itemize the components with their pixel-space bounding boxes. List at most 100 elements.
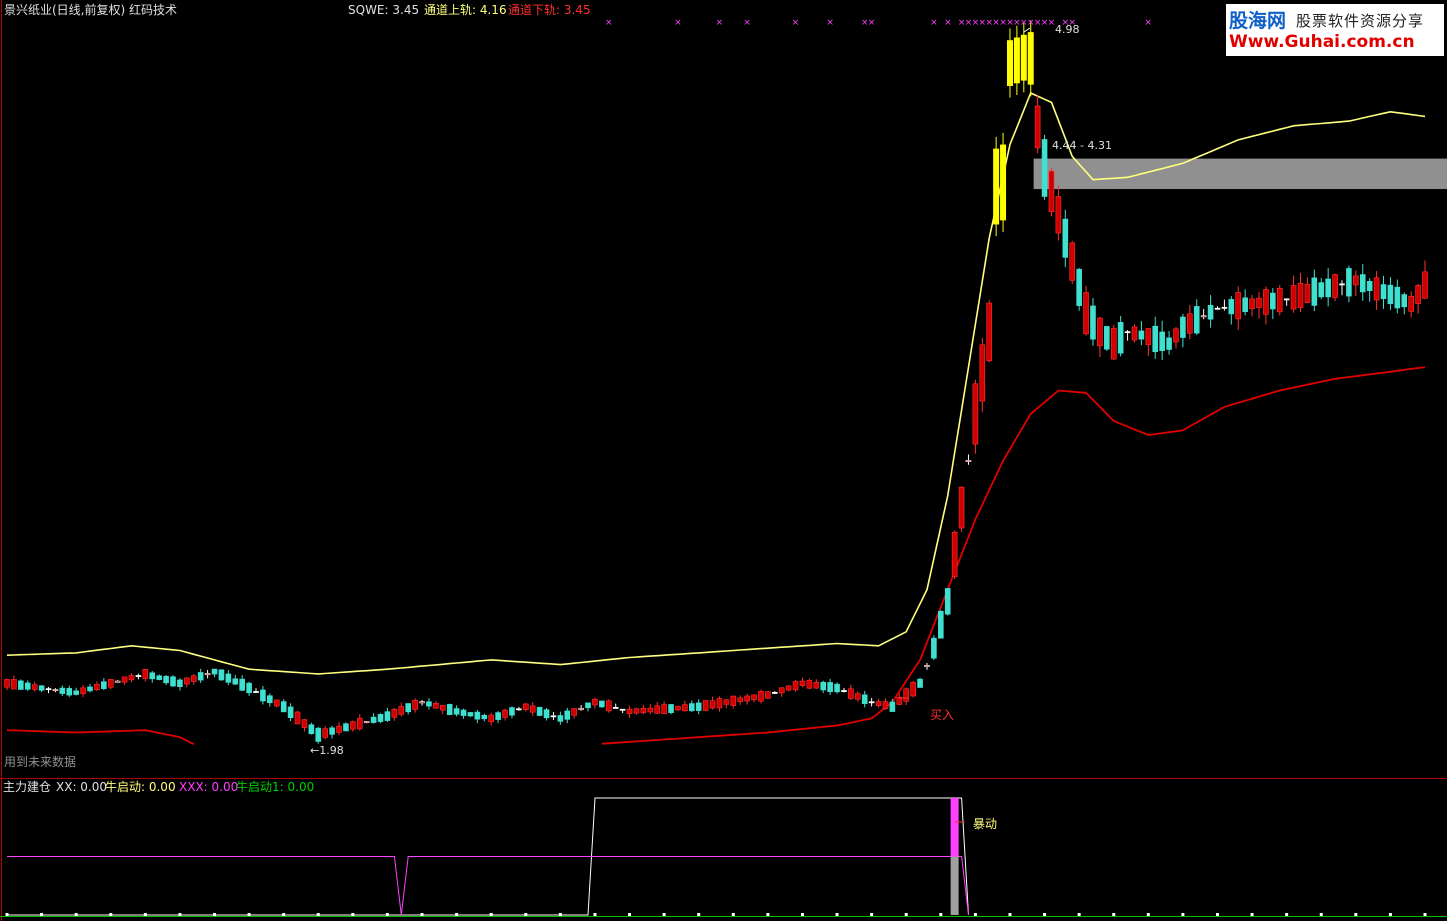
candle-body xyxy=(820,681,827,691)
candle xyxy=(965,454,972,465)
baseline-dot xyxy=(316,913,320,916)
candle xyxy=(246,681,252,697)
candle-body xyxy=(668,704,674,714)
candle-body xyxy=(87,686,93,692)
candle-body xyxy=(737,697,744,702)
high-pointer xyxy=(1023,27,1031,33)
candle-body xyxy=(861,694,868,704)
candle xyxy=(1339,280,1345,296)
candle-body xyxy=(4,679,10,688)
candle xyxy=(59,685,66,697)
candle-body xyxy=(806,679,813,689)
candle xyxy=(87,683,93,693)
lower-band-value: 通道下轨: 3.45 xyxy=(508,3,591,17)
candle-body xyxy=(1373,277,1380,301)
niu1-value: 牛启动1: 0.00 xyxy=(236,780,315,794)
candle xyxy=(619,708,626,714)
candle-body xyxy=(1069,242,1076,281)
candle-body xyxy=(190,675,197,682)
candle xyxy=(1249,295,1255,317)
candle xyxy=(204,670,211,679)
baseline-dot xyxy=(178,913,182,916)
candle xyxy=(682,700,688,712)
candle xyxy=(170,675,176,687)
candle xyxy=(944,588,951,616)
x-marker: × xyxy=(868,18,876,28)
candle-body xyxy=(543,709,550,719)
candle-body xyxy=(1221,306,1228,309)
candle-body xyxy=(1415,285,1421,304)
baseline-dot xyxy=(455,913,459,916)
candle xyxy=(495,711,501,723)
candle xyxy=(882,698,889,710)
candle-body xyxy=(446,704,453,716)
candle xyxy=(114,680,121,683)
candle xyxy=(419,700,425,706)
candle xyxy=(737,695,744,705)
x-marker: × xyxy=(944,18,952,28)
candle-body xyxy=(253,691,259,693)
candle xyxy=(1270,288,1276,320)
candle xyxy=(1366,278,1373,302)
candle-body xyxy=(1214,307,1221,310)
candle xyxy=(979,337,986,413)
baseline-dot xyxy=(973,913,977,916)
indicator-name: 主力建仓 xyxy=(3,780,52,794)
candle xyxy=(163,675,169,686)
candle-body xyxy=(225,673,232,683)
candle-body xyxy=(1408,295,1414,312)
candle xyxy=(66,685,73,698)
candle-body xyxy=(640,707,647,714)
baseline-dot xyxy=(40,913,44,916)
candle xyxy=(363,721,370,724)
candle xyxy=(778,687,785,697)
baseline-dot xyxy=(385,913,389,916)
lower-band-line xyxy=(6,366,1426,746)
candle-body xyxy=(350,721,356,730)
candle xyxy=(294,710,301,725)
candle xyxy=(820,680,827,694)
candle-body xyxy=(239,678,245,691)
candle-body xyxy=(1380,284,1387,300)
candle-body xyxy=(135,675,142,677)
candle-body xyxy=(626,708,633,714)
watermark-logo: 股海网 股票软件资源分享 Www.Guhai.com.cn xyxy=(1226,4,1444,56)
candle xyxy=(149,671,156,683)
candle xyxy=(273,699,280,708)
candle-body xyxy=(59,687,66,694)
candle xyxy=(1311,269,1318,312)
candle xyxy=(350,720,356,732)
candle xyxy=(225,670,232,686)
candle-body xyxy=(460,709,467,716)
candle xyxy=(1290,275,1297,313)
candle-body xyxy=(771,692,778,694)
candle-body xyxy=(1110,327,1117,360)
candle xyxy=(958,485,965,532)
baseline-dot xyxy=(213,913,217,916)
baseline-dot xyxy=(731,913,735,916)
candle xyxy=(709,696,716,710)
candle xyxy=(924,662,930,670)
baseline-dot xyxy=(1146,913,1150,916)
candle xyxy=(605,699,612,713)
candle xyxy=(107,678,114,690)
candle xyxy=(232,674,239,686)
candle xyxy=(1387,277,1394,310)
candle-body xyxy=(1401,294,1408,308)
candle-body xyxy=(516,708,522,711)
candle xyxy=(370,713,377,724)
candle xyxy=(854,691,861,702)
candle xyxy=(184,677,190,688)
xxx-value: XXX: 0.00 xyxy=(179,780,239,794)
baseline-dot xyxy=(939,913,943,916)
candle xyxy=(1110,324,1117,360)
candle-body xyxy=(1263,289,1269,315)
candle xyxy=(356,714,363,731)
candle xyxy=(1187,305,1193,340)
candle xyxy=(190,673,197,685)
candle-body xyxy=(536,706,543,716)
candle-body xyxy=(557,715,564,722)
candle-body xyxy=(792,681,799,691)
candle xyxy=(315,726,322,744)
candle xyxy=(1332,273,1338,302)
